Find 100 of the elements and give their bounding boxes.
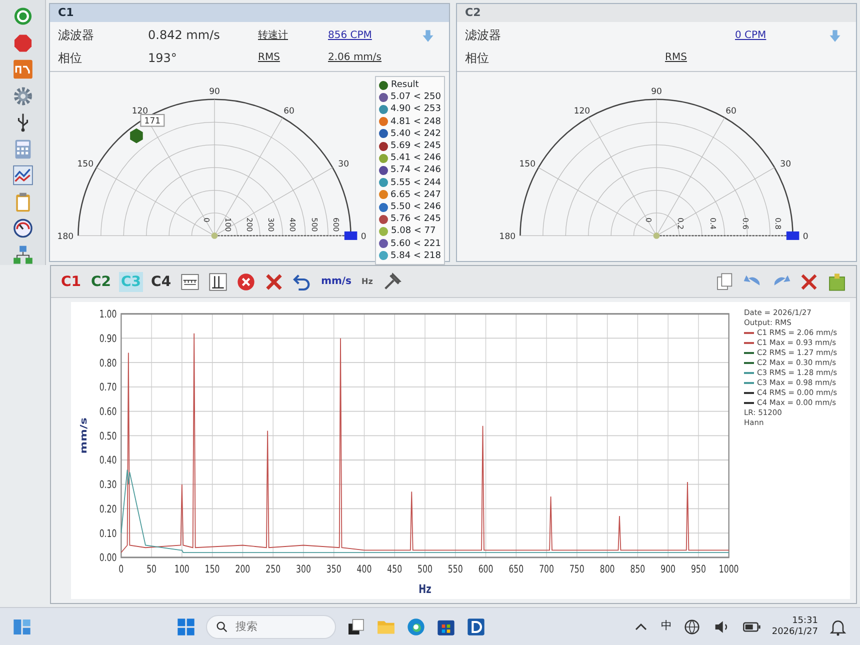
- y-tick-label: 0.50: [99, 430, 117, 443]
- legend-label: 5.08 < 77: [391, 225, 436, 238]
- app-icon[interactable]: [466, 616, 486, 636]
- field-label: 滤波器: [465, 27, 502, 44]
- field-label: RMS: [258, 51, 281, 66]
- clock-time: 15:31: [791, 616, 818, 626]
- y-tick-label: 0.20: [99, 503, 117, 516]
- field-label: 转速计: [258, 28, 289, 43]
- point-marker: [786, 231, 800, 240]
- frequency-unit-dropdown[interactable]: Hz: [360, 276, 375, 288]
- angle-label: 120: [132, 106, 148, 116]
- result-marker: [130, 128, 143, 144]
- x-tick-label: 200: [235, 563, 250, 576]
- y-tick-label: 1.00: [99, 308, 117, 321]
- legend-label: 5.76 < 245: [390, 213, 441, 226]
- field-label: RMS: [665, 51, 688, 66]
- point-marker: [344, 231, 358, 240]
- unit-dropdown[interactable]: mm/s: [319, 274, 354, 289]
- x-tick-label: 400: [356, 563, 372, 576]
- angle-label: 150: [77, 160, 94, 170]
- cursor-lines-icon[interactable]: [208, 272, 228, 292]
- x-tick-label: 150: [204, 563, 220, 576]
- y-tick-label: 0.30: [99, 479, 117, 492]
- field-label: 相位: [58, 50, 83, 67]
- origin-marker: [211, 232, 218, 239]
- x-tick-label: 600: [478, 563, 494, 576]
- legend-label: 5.60 < 221: [390, 238, 441, 250]
- angle-label: 30: [338, 160, 349, 170]
- waveform-icon[interactable]: [10, 59, 34, 80]
- y-tick-label: 0.90: [99, 332, 117, 346]
- legend-label: 5.41 < 246: [390, 152, 441, 164]
- channel-toggle[interactable]: C2: [89, 272, 114, 292]
- legend-label: 5.84 < 218: [390, 250, 441, 262]
- export-icon[interactable]: [827, 272, 847, 292]
- channel-toggle[interactable]: C4: [149, 272, 174, 292]
- value-tooltip: 171: [140, 114, 165, 127]
- x-tick-label: 1000: [718, 563, 739, 576]
- angle-label: 150: [519, 160, 536, 170]
- input-method[interactable]: 中: [660, 618, 672, 635]
- legend-label: Result: [391, 79, 419, 92]
- angle-label: 120: [574, 106, 590, 116]
- angle-label: 90: [209, 87, 220, 98]
- close-icon[interactable]: [264, 272, 284, 292]
- panel-header[interactable]: C1: [50, 4, 449, 22]
- y-tick-label: 0.40: [99, 454, 117, 468]
- x-tick-label: 100: [174, 563, 190, 576]
- angle-label: 180: [499, 232, 516, 242]
- x-tick-label: 450: [387, 563, 402, 576]
- globe-icon[interactable]: [682, 616, 702, 636]
- x-tick-label: 850: [630, 563, 646, 576]
- channel-toggle[interactable]: C1: [59, 272, 84, 292]
- close-icon[interactable]: [799, 272, 819, 292]
- y-axis-label: mm/s: [78, 418, 90, 454]
- angle-label: 0: [802, 232, 808, 242]
- angle-label: 60: [726, 106, 736, 116]
- legend-label: 5.07 < 250: [390, 91, 441, 104]
- search-field[interactable]: 搜索: [206, 614, 336, 638]
- x-tick-label: 350: [326, 563, 342, 576]
- field-value: 0 CPM: [735, 28, 768, 43]
- gauge-icon[interactable]: [10, 218, 34, 238]
- x-tick-label: 300: [296, 563, 311, 576]
- y-tick-label: 0.70: [99, 382, 117, 394]
- x-tick-label: 250: [266, 563, 281, 576]
- angle-label: 0: [360, 232, 366, 242]
- angle-label: 60: [284, 106, 294, 116]
- field-label: 相位: [465, 50, 490, 67]
- x-tick-label: 0: [118, 563, 124, 576]
- legend-label: 6.65 < 247: [390, 188, 441, 202]
- field-label: 滤波器: [58, 27, 95, 44]
- legend-label: 5.55 < 244: [390, 176, 441, 189]
- legend-label: 4.81 < 248: [390, 116, 441, 128]
- search-icon: [215, 620, 230, 634]
- legend-label: 5.69 < 245: [390, 140, 441, 152]
- x-tick-label: 900: [660, 563, 676, 576]
- browser-icon[interactable]: [406, 616, 426, 636]
- clock-date: 2026/1/27: [772, 626, 818, 638]
- delete-circle-icon[interactable]: [236, 272, 256, 292]
- y-tick-label: 0.80: [99, 357, 117, 370]
- origin-marker: [653, 232, 660, 239]
- legend-label: 5.40 < 242: [390, 128, 441, 140]
- copy-icon[interactable]: [715, 272, 735, 292]
- x-tick-label: 550: [448, 563, 463, 576]
- x-tick-label: 50: [146, 563, 157, 576]
- line-chart-icon[interactable]: [10, 165, 34, 186]
- field-value: 856 CPM: [328, 28, 373, 43]
- x-tick-label: 950: [691, 563, 706, 576]
- widgets-icon[interactable]: [12, 616, 32, 636]
- panel-header[interactable]: C2: [457, 4, 856, 22]
- legend-label: 5.50 < 246: [390, 201, 441, 214]
- legend-label: 4.90 < 253: [390, 103, 441, 116]
- task-view-icon[interactable]: [346, 616, 366, 636]
- network-icon[interactable]: [10, 244, 34, 265]
- x-axis-label: Hz: [418, 582, 432, 596]
- field-value: 0.842 mm/s: [148, 27, 221, 44]
- x-tick-label: 800: [600, 563, 615, 576]
- angle-label: 180: [57, 232, 74, 242]
- x-tick-label: 500: [418, 563, 432, 576]
- ruler-icon[interactable]: [180, 272, 200, 292]
- field-value: 2.06 mm/s: [328, 51, 383, 66]
- start-icon[interactable]: [176, 616, 196, 636]
